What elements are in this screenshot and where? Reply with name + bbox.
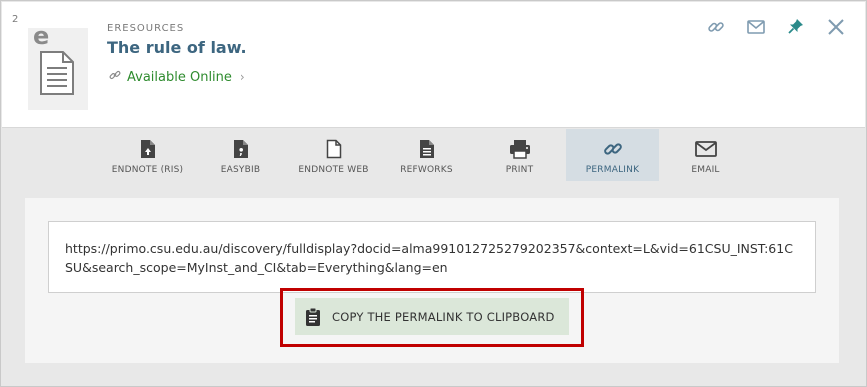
record-title[interactable]: The rule of law. [107,38,247,57]
easybib-icon: , [233,138,249,160]
tool-label: ENDNOTE (RIS) [111,165,184,175]
tool-permalink[interactable]: PERMALINK [566,129,659,181]
endnote-web-icon [326,138,342,160]
chevron-right-icon: › [239,70,245,84]
tool-easybib[interactable]: , EASYBIB [194,129,287,181]
tool-label: EASYBIB [220,165,261,175]
close-icon[interactable] [821,16,851,38]
availability-link[interactable]: Available Online › [109,69,245,85]
tool-print[interactable]: PRINT [473,129,566,181]
endnote-ris-icon [140,138,156,160]
link-icon[interactable] [701,16,731,38]
copy-permalink-label: COPY THE PERMALINK TO CLIPBOARD [332,309,555,324]
availability-text: Available Online [127,69,232,85]
resource-thumbnail: e [28,22,88,110]
resource-type: ERESOURCES [107,23,185,34]
refworks-icon [419,138,435,160]
tool-label: PRINT [505,165,534,175]
permalink-panel: https://primo.csu.edu.au/discovery/fulld… [25,198,839,363]
result-number: 2 [12,14,19,25]
document-icon [40,51,74,95]
tool-endnote-ris[interactable]: ENDNOTE (RIS) [101,129,194,181]
tool-endnote-web[interactable]: ENDNOTE WEB [287,129,380,181]
link-icon [109,69,121,85]
permalink-icon [603,138,623,160]
print-icon [509,138,531,160]
send-to-toolbar: ENDNOTE (RIS) , EASYBIB ENDNOTE WEB REFW… [101,129,752,181]
record-actions [691,16,851,38]
tool-label: EMAIL [691,165,720,175]
tool-label: ENDNOTE WEB [298,165,369,175]
copy-permalink-button[interactable]: COPY THE PERMALINK TO CLIPBOARD [295,298,569,335]
tool-refworks[interactable]: REFWORKS [380,129,473,181]
mail-icon[interactable] [741,16,771,38]
pin-icon[interactable] [781,16,811,38]
full-record-panel: 2 e ERESOURCES The rule of law. Availabl… [0,0,867,387]
clipboard-icon [304,306,322,328]
tool-label: REFWORKS [400,165,453,175]
tool-label: PERMALINK [585,165,640,175]
thumbnail-letter: e [33,22,50,50]
permalink-url[interactable]: https://primo.csu.edu.au/discovery/fulld… [48,221,816,293]
record-header: 2 e ERESOURCES The rule of law. Availabl… [2,2,865,128]
email-icon [694,138,717,160]
tool-email[interactable]: EMAIL [659,129,752,181]
